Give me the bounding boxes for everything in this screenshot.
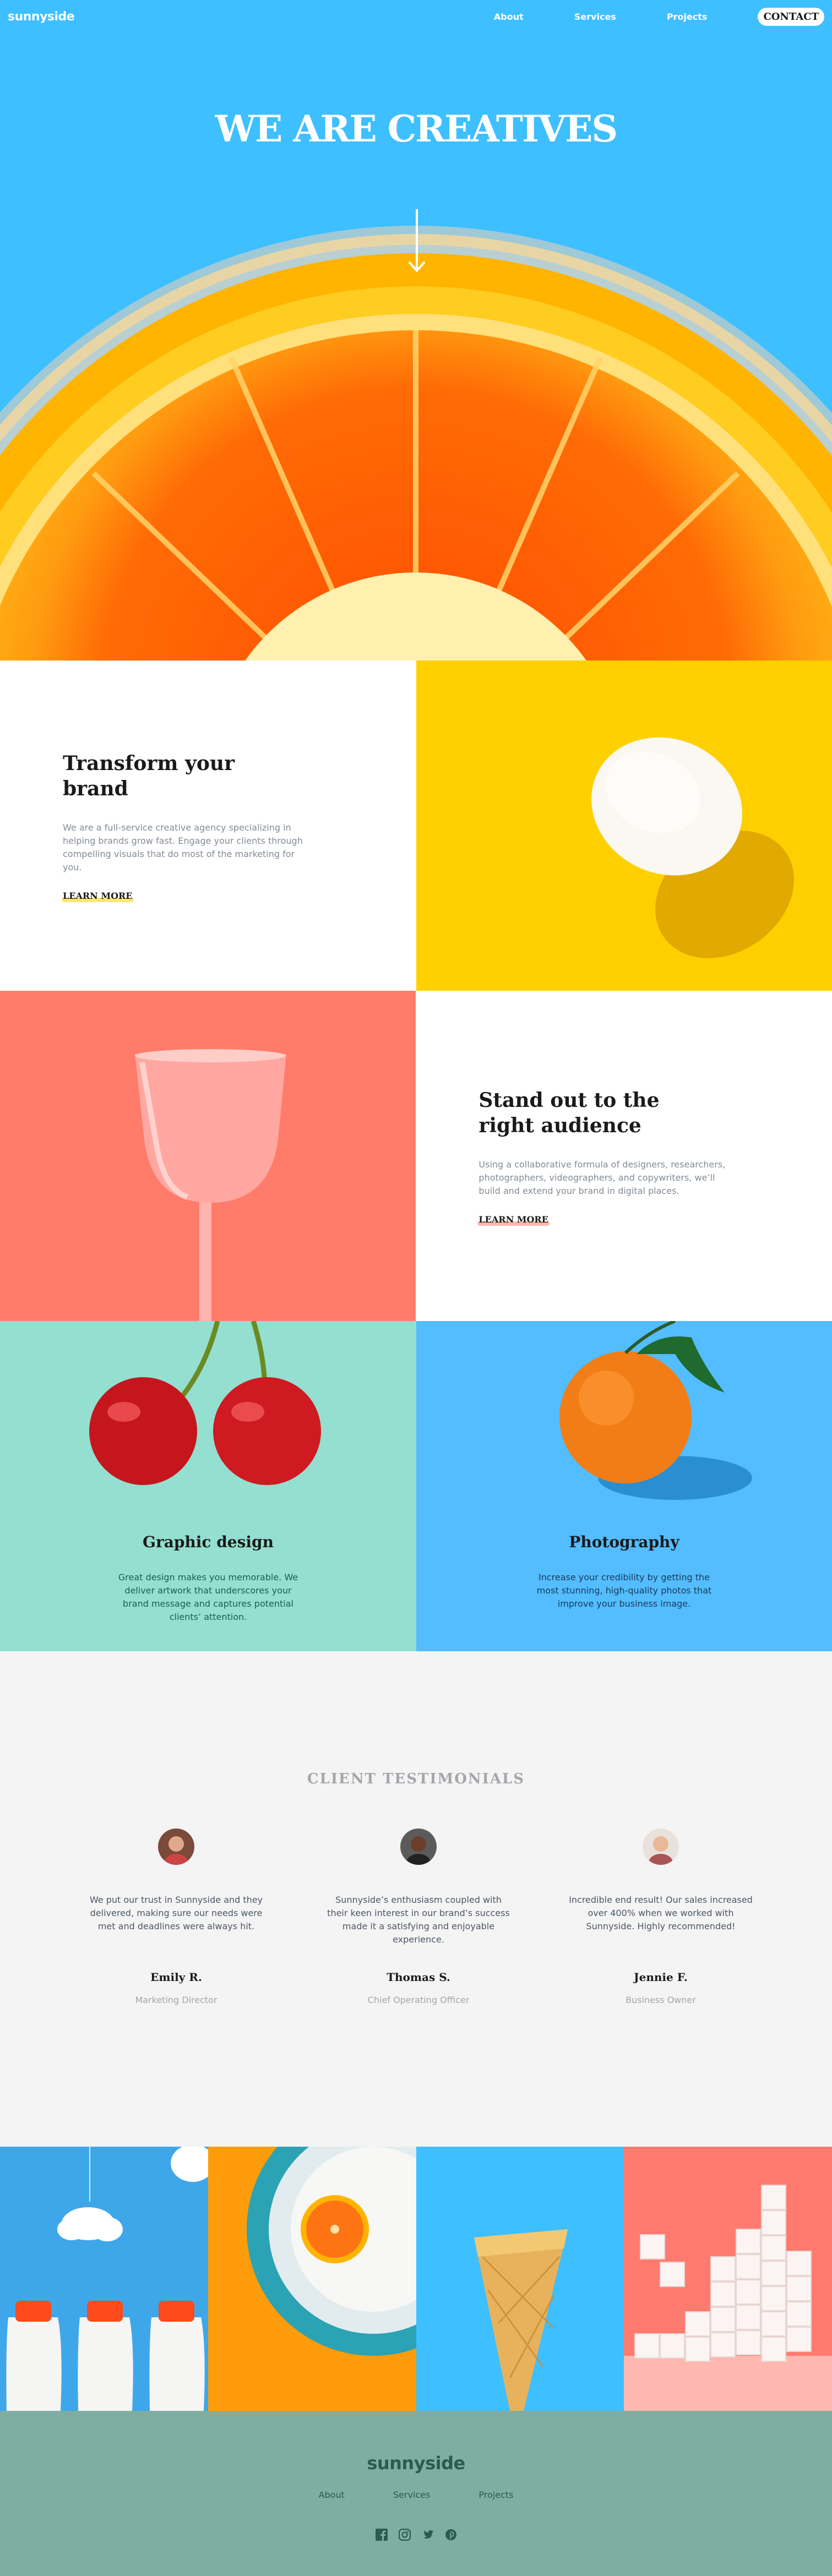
nav-links: About Services Projects CONTACT — [494, 7, 824, 26]
testimonial-card: Sunnyside’s enthusiasm coupled with thei… — [325, 1829, 512, 2005]
sugar-cubes-image — [624, 2147, 832, 2411]
service-text: Graphic design Great design makes you me… — [0, 1533, 416, 1624]
testimonial-card: Incredible end result! Our sales increas… — [567, 1829, 754, 2005]
footer: sunnyside About Services Projects — [0, 2411, 832, 2576]
egg-image — [416, 661, 832, 991]
testimonial-quote: Incredible end result! Our sales increas… — [569, 1895, 753, 1931]
logo[interactable]: sunnyside — [8, 10, 75, 24]
testimonial-quote: We put our trust in Sunnyside and they d… — [89, 1895, 263, 1931]
service-photography: Photography Increase your credibility by… — [416, 1321, 832, 1651]
nav-link-projects[interactable]: Projects — [667, 12, 708, 22]
testimonial-role: Business Owner — [626, 1995, 696, 2005]
glass-image — [0, 991, 416, 1321]
feature-body: Using a collaborative formula of designe… — [478, 1159, 726, 1196]
feature-standout: Stand out to the right audience Using a … — [0, 991, 832, 1321]
learn-more-link-wrap: LEARN MORE — [477, 1214, 769, 1226]
footer-link-projects[interactable]: Projects — [478, 2490, 513, 2500]
twitter-icon[interactable] — [422, 2529, 434, 2541]
instagram-icon[interactable] — [398, 2528, 411, 2541]
service-graphic-design: Graphic design Great design makes you me… — [0, 1321, 416, 1651]
learn-more-link[interactable]: LEARN MORE — [62, 890, 134, 902]
testimonial-name: Emily R. — [150, 1971, 202, 1984]
testimonials: CLIENT TESTIMONIALS We put our trust in … — [0, 1651, 832, 2147]
service-title: Photography — [569, 1533, 679, 1551]
service-body: Increase your credibility by getting the… — [536, 1572, 712, 1609]
orange-slice-image — [0, 226, 832, 661]
testimonials-title: CLIENT TESTIMONIALS — [307, 1771, 525, 1787]
avatar — [400, 1829, 437, 1865]
social-links — [0, 2528, 832, 2541]
service-title: Graphic design — [143, 1533, 274, 1551]
ice-cream-cone-image — [416, 2147, 624, 2411]
feature-title: Transform your brand — [63, 751, 235, 800]
testimonial-quote: Sunnyside’s enthusiasm coupled with thei… — [327, 1895, 510, 1945]
footer-links: About Services Projects — [0, 2490, 832, 2500]
testimonial-list: We put our trust in Sunnyside and they d… — [83, 1829, 754, 2005]
hero: sunnyside About Services Projects CONTAC… — [0, 0, 832, 661]
testimonial-role: Marketing Director — [135, 1995, 217, 2005]
testimonial-card: We put our trust in Sunnyside and they d… — [83, 1829, 270, 2005]
testimonial-name: Thomas S. — [387, 1971, 450, 1984]
learn-more-link[interactable]: LEARN MORE — [477, 1214, 550, 1226]
arrow-down-icon[interactable] — [407, 209, 426, 275]
testimonial-role: Chief Operating Officer — [367, 1995, 470, 2005]
egg-illustration — [591, 737, 794, 958]
service-text: Photography Increase your credibility by… — [416, 1533, 832, 1611]
footer-logo[interactable]: sunnyside — [0, 2453, 832, 2474]
top-nav: sunnyside About Services Projects CONTAC… — [0, 0, 832, 33]
services: Graphic design Great design makes you me… — [0, 1321, 832, 1651]
feature-text: Transform your brand We are a full-servi… — [0, 661, 416, 991]
avatar — [643, 1829, 679, 1865]
gallery — [0, 2147, 832, 2411]
hero-title: WE ARE CREATIVES — [215, 107, 618, 150]
learn-more-link-wrap: LEARN MORE — [62, 890, 354, 902]
learn-more-label: LEARN MORE — [478, 1214, 548, 1225]
feature-title: Stand out to the right audience — [478, 1088, 660, 1137]
feature-body: We are a full-service creative agency sp… — [63, 822, 303, 872]
learn-more-label: LEARN MORE — [63, 890, 133, 901]
nav-link-services[interactable]: Services — [574, 12, 616, 22]
orange-plate-image — [208, 2147, 416, 2411]
pinterest-icon[interactable] — [445, 2529, 457, 2541]
feature-transform: Transform your brand We are a full-servi… — [0, 661, 832, 991]
footer-link-about[interactable]: About — [319, 2490, 345, 2500]
milk-bottles-image — [0, 2147, 208, 2411]
contact-button[interactable]: CONTACT — [758, 7, 824, 26]
avatar — [158, 1829, 194, 1865]
nav-link-about[interactable]: About — [494, 12, 524, 22]
feature-text: Stand out to the right audience Using a … — [416, 991, 832, 1321]
testimonial-name: Jennie F. — [634, 1971, 688, 1984]
service-body: Great design makes you memorable. We del… — [118, 1572, 298, 1622]
facebook-icon[interactable] — [375, 2529, 388, 2541]
footer-link-services[interactable]: Services — [393, 2490, 430, 2500]
glass-illustration — [135, 1049, 286, 1321]
